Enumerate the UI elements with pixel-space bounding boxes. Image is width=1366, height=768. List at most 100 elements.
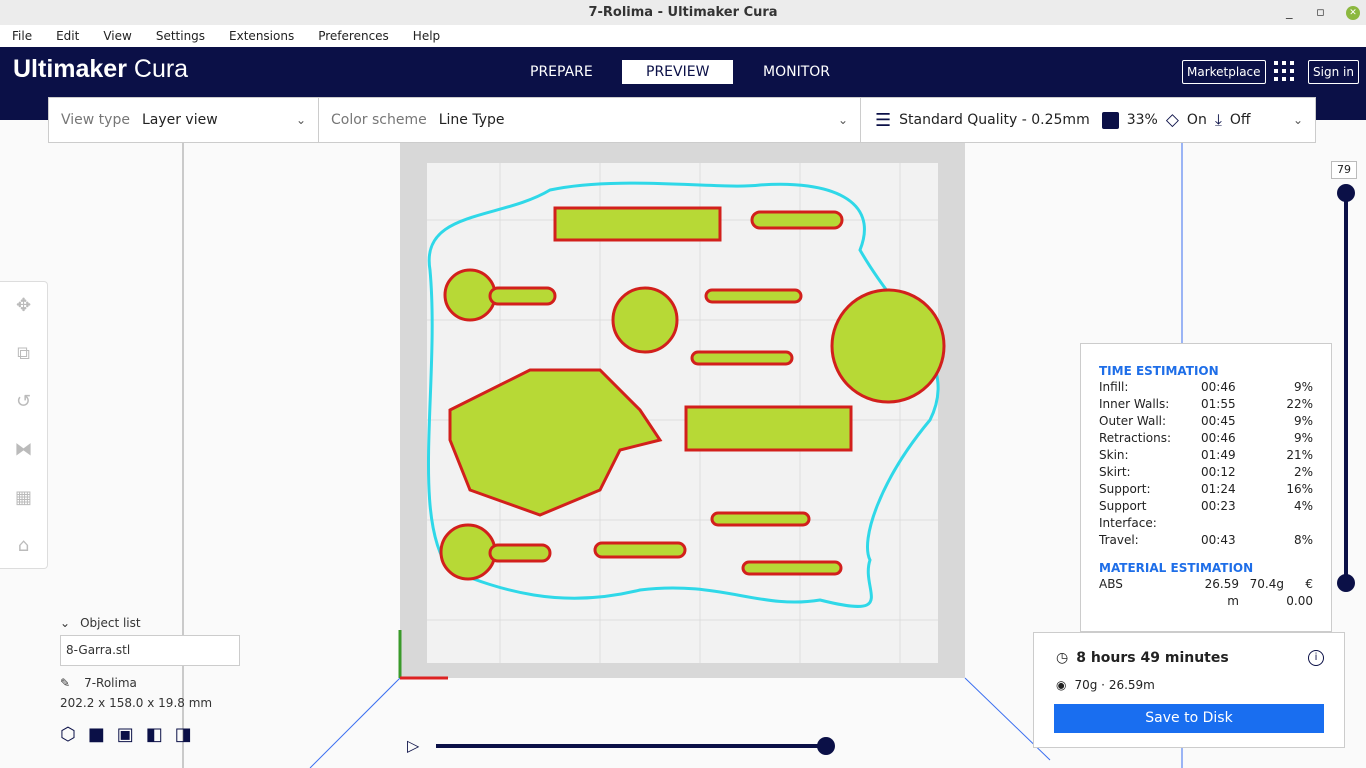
time-cell: Skin: <box>1099 448 1129 462</box>
time-cell: Retractions: <box>1099 431 1172 445</box>
support-icon: ◇ <box>1165 110 1179 130</box>
minimize-button[interactable]: _ <box>1286 0 1293 25</box>
3d-view-icon[interactable]: ⬡ <box>60 724 76 745</box>
object-list-item[interactable]: 8-Garra.stl <box>60 635 240 666</box>
job-name[interactable]: ✎ 7-Rolima <box>60 676 240 690</box>
object-dimensions: 202.2 x 158.0 x 19.8 mm <box>60 696 213 710</box>
play-icon[interactable]: ▷ <box>407 736 419 755</box>
profile-label: Standard Quality - 0.25mm <box>899 112 1090 128</box>
view-type-label: View type <box>61 112 130 128</box>
menu-preferences[interactable]: Preferences <box>306 25 401 47</box>
time-cell: Inner Walls: <box>1099 397 1170 411</box>
mirror-icon[interactable]: ⧓ <box>0 426 47 474</box>
tab-monitor[interactable]: MONITOR <box>739 60 854 84</box>
adhesion-icon: ⤓ <box>1214 110 1222 129</box>
time-cell: 16% <box>1286 482 1313 496</box>
infill-icon <box>1101 111 1119 129</box>
time-row: Infill: 00:46 9% <box>1099 379 1313 396</box>
menu-extensions[interactable]: Extensions <box>217 25 306 47</box>
color-scheme-dropdown[interactable]: Color scheme Line Type ⌄ <box>318 97 861 143</box>
time-cell: 9% <box>1293 414 1313 428</box>
pencil-icon: ✎ <box>60 676 71 690</box>
printed-part <box>443 268 497 322</box>
time-cell: Skirt: <box>1099 465 1131 479</box>
material-usage: ◉ 70g · 26.59m <box>1056 678 1155 692</box>
tab-preview[interactable]: PREVIEW <box>622 60 734 84</box>
print-setup-selector[interactable]: ☰ Standard Quality - 0.25mm 33% ◇ On ⤓ O… <box>860 97 1316 143</box>
time-cell: 9% <box>1293 380 1313 394</box>
object-list-toggle[interactable]: ⌄ Object list <box>60 616 240 630</box>
time-row: Retractions: 00:46 9% <box>1099 430 1313 447</box>
menu-edit[interactable]: Edit <box>44 25 91 47</box>
time-row: Inner Walls: 01:55 22% <box>1099 396 1313 413</box>
rotate-icon[interactable]: ↺ <box>0 378 47 426</box>
move-icon[interactable]: ✥ <box>0 282 47 330</box>
menu-view[interactable]: View <box>91 25 143 47</box>
menu-settings[interactable]: Settings <box>144 25 217 47</box>
chevron-down-icon: ⌄ <box>837 113 848 127</box>
printed-part <box>750 210 844 230</box>
maximize-button[interactable]: ▫ <box>1316 0 1325 25</box>
time-cell: Outer Wall: <box>1099 414 1167 428</box>
top-view-icon[interactable]: ▣ <box>117 724 134 745</box>
layer-slider-bottom-handle[interactable] <box>1337 574 1355 592</box>
time-cell: Support Interface: <box>1099 499 1157 530</box>
chevron-down-icon: ⌄ <box>295 113 306 127</box>
support-blocker-icon[interactable]: ⌂ <box>0 522 47 570</box>
save-to-disk-button[interactable]: Save to Disk <box>1054 704 1324 733</box>
front-view-icon[interactable]: ■ <box>88 724 105 745</box>
time-row: Support: 01:24 16% <box>1099 481 1313 498</box>
time-cell: 4% <box>1293 499 1313 513</box>
printed-part <box>439 523 497 581</box>
time-cell: 00:46 <box>1201 380 1236 394</box>
color-scheme-value: Line Type <box>438 112 505 128</box>
menu-help[interactable]: Help <box>401 25 452 47</box>
scale-icon[interactable]: ⧉ <box>0 330 47 378</box>
time-row: Support Interface: 00:23 4% <box>1099 498 1313 532</box>
infill-value: 33% <box>1126 112 1158 128</box>
spool-icon: ◉ <box>1056 678 1067 692</box>
time-cell: 00:45 <box>1201 414 1236 428</box>
time-cell: 01:24 <box>1201 482 1236 496</box>
simulation-slider[interactable] <box>436 744 826 748</box>
material-estimation-title: MATERIAL ESTIMATION <box>1099 561 1254 575</box>
left-view-icon[interactable]: ◧ <box>146 724 163 745</box>
info-icon[interactable]: i <box>1308 650 1324 666</box>
object-list-panel: ⌄ Object list 8-Garra.stl ✎ 7-Rolima 202.2… <box>60 616 240 745</box>
time-cell: 21% <box>1286 448 1313 462</box>
printed-part <box>704 288 803 304</box>
menu-file[interactable]: File <box>0 25 44 47</box>
right-view-icon[interactable]: ◨ <box>175 724 192 745</box>
logo: Ultimaker Cura <box>13 55 189 83</box>
layer-slider[interactable] <box>1344 193 1348 583</box>
time-cell: 00:12 <box>1201 465 1236 479</box>
print-information-popup: TIME ESTIMATION Infill: 00:46 9% Inner Wall… <box>1080 343 1332 632</box>
clock-icon: ◷ <box>1056 650 1069 666</box>
time-cell: 22% <box>1286 397 1313 411</box>
material-row: ABS 26.59 m 70.4g € 0.00 <box>1099 577 1313 608</box>
printed-part <box>830 288 946 404</box>
chevron-down-icon: ⌄ <box>60 616 71 630</box>
marketplace-button[interactable]: Marketplace <box>1182 60 1266 84</box>
time-row: Outer Wall: 00:45 9% <box>1099 413 1313 430</box>
printed-part <box>553 206 722 242</box>
apps-grid-icon[interactable] <box>1274 61 1294 81</box>
layer-number[interactable]: 79 <box>1331 161 1357 179</box>
close-button[interactable]: ✕ <box>1346 6 1360 20</box>
menu-bar: File Edit View Settings Extensions Prefe… <box>0 25 1366 47</box>
volume-edge <box>309 677 401 768</box>
view-type-value: Layer view <box>141 112 218 128</box>
tab-prepare[interactable]: PREPARE <box>506 60 617 84</box>
printed-part <box>684 405 853 452</box>
left-toolbar: ✥ ⧉ ↺ ⧓ ▦ ⌂ <box>0 281 48 569</box>
print-summary-panel: ◷ 8 hours 49 minutes i ◉ 70g · 26.59m Save… <box>1033 632 1345 748</box>
printed-part <box>710 511 811 527</box>
time-cell: Infill: <box>1099 380 1129 394</box>
support-value: On <box>1186 112 1207 128</box>
view-type-dropdown[interactable]: View type Layer view ⌄ <box>48 97 319 143</box>
layer-slider-top-handle[interactable] <box>1337 184 1355 202</box>
per-model-settings-icon[interactable]: ▦ <box>0 474 47 522</box>
simulation-slider-handle[interactable] <box>817 737 835 755</box>
time-row: Skirt: 00:12 2% <box>1099 464 1313 481</box>
sign-in-button[interactable]: Sign in <box>1308 60 1359 84</box>
